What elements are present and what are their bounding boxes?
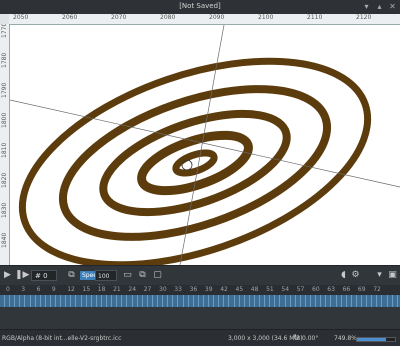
ruler-label: 1780 <box>1 52 8 68</box>
ruler-label: 1790 <box>1 82 8 98</box>
ruler-corner <box>0 14 9 24</box>
timeline-frame-number: 54 <box>281 286 290 293</box>
timeline-frame-number: 0 <box>6 286 10 293</box>
ruler-label: 2090 <box>209 14 225 21</box>
ruler-label: 1800 <box>1 112 8 128</box>
window-title: [Not Saved] <box>179 2 221 10</box>
timeline-track[interactable] <box>0 295 400 307</box>
ruler-label: 2110 <box>307 14 323 21</box>
frame-number-value: 0 <box>43 272 48 280</box>
frame-number-field[interactable]: # 0 <box>31 270 57 281</box>
ruler-label: 1840 <box>1 232 8 248</box>
speed-field[interactable]: 100 % <box>95 270 117 291</box>
timeline-frame-number: 18 <box>97 286 106 293</box>
rotation-icon: ↻ <box>293 333 300 342</box>
timeline-frame-number: 33 <box>174 286 182 293</box>
ruler-label: 2120 <box>356 14 372 21</box>
timeline-frame-number: 9 <box>51 286 56 293</box>
add-frame-icon[interactable]: ▭ <box>122 270 133 281</box>
timeline-frame-number: 27 <box>143 286 152 293</box>
pin-icon[interactable]: ▾ <box>374 270 385 281</box>
timeline-frame-number: 63 <box>327 286 335 293</box>
ruler-label: 2050 <box>13 14 29 21</box>
timeline-frame-number: 60 <box>312 286 320 293</box>
ring-3 <box>99 109 291 217</box>
ruler-label: 1810 <box>1 142 8 158</box>
keyframe-icon[interactable]: ⧉ <box>66 270 77 281</box>
ruler-label: 2100 <box>258 14 274 21</box>
maximize-icon[interactable]: ▴ <box>375 2 384 11</box>
timeline-frame-number: 21 <box>113 286 121 293</box>
zoom-slider[interactable] <box>356 337 396 342</box>
ruler-label: 1830 <box>1 202 8 218</box>
ruler-label: 1770 <box>1 24 8 38</box>
canvas-artwork <box>10 25 400 265</box>
ruler-label: 2060 <box>62 14 78 21</box>
zoom-value[interactable]: 749.8% <box>334 335 357 342</box>
timeline-empty-area[interactable] <box>0 307 400 329</box>
step-forward-icon[interactable]: ❚▶ <box>15 270 29 281</box>
timeline-frame-number: 30 <box>159 286 167 293</box>
timeline-frame-number: 15 <box>82 286 91 293</box>
play-icon[interactable]: ▶ <box>2 270 13 281</box>
timeline-frame-number: 3 <box>21 286 26 293</box>
zoom-slider-fill <box>357 338 386 341</box>
timeline-frame-number: 69 <box>357 286 366 293</box>
timeline-frame-number: 6 <box>36 286 41 293</box>
timeline-frame-number: 42 <box>220 286 228 293</box>
drawing-canvas[interactable] <box>10 25 400 265</box>
ruler-label: 1820 <box>1 172 8 188</box>
timeline-frame-number: 57 <box>296 286 305 293</box>
timeline-frame-number: 39 <box>204 286 213 293</box>
ring-2 <box>58 85 332 241</box>
timeline-frame-number: 12 <box>67 286 75 293</box>
duplicate-frame-icon[interactable]: ⧉ <box>137 270 148 281</box>
timeline-frame-number: 72 <box>373 286 381 293</box>
timeline-frame-number: 51 <box>266 286 274 293</box>
settings-icon[interactable]: ⚙ <box>350 270 361 281</box>
animation-toolbar: ▶ ❚▶ # 0 ⧉ Speed 100 % ▭ ⧉ ▢ ◖ ⚙ ▾ ▣ <box>0 265 400 291</box>
timeline-frame-number: 66 <box>342 286 351 293</box>
close-icon[interactable]: ✕ <box>388 2 397 11</box>
color-profile-label[interactable]: RGB/Alpha (8-bit int...elle-V2-srgbtrc.i… <box>2 335 121 342</box>
image-size-label: 3,000 x 3,000 (34.6 MiB) <box>228 335 303 342</box>
timeline-frame-number: 48 <box>250 286 259 293</box>
minimize-icon[interactable]: ▾ <box>362 2 371 11</box>
status-bar: RGB/Alpha (8-bit int...elle-V2-srgbtrc.i… <box>0 329 400 346</box>
timeline-frame-number: 45 <box>235 286 244 293</box>
ring-inner <box>172 149 218 177</box>
rotation-value[interactable]: 0.00° <box>302 335 318 342</box>
timeline-frame-number: 36 <box>189 286 198 293</box>
horizontal-ruler[interactable]: 2050 2060 2070 2080 2090 2100 2110 2120 <box>9 14 400 25</box>
audio-icon[interactable]: ◖ <box>338 270 349 281</box>
vertical-ruler[interactable]: 1770 1780 1790 1800 1810 1820 1830 1840 <box>0 24 10 265</box>
ruler-label: 2080 <box>160 14 176 21</box>
timeline-frame-number: 24 <box>128 286 137 293</box>
ruler-label: 2070 <box>111 14 127 21</box>
remove-frame-icon[interactable]: ▢ <box>152 270 163 281</box>
close-docker-icon[interactable]: ▣ <box>387 270 398 281</box>
